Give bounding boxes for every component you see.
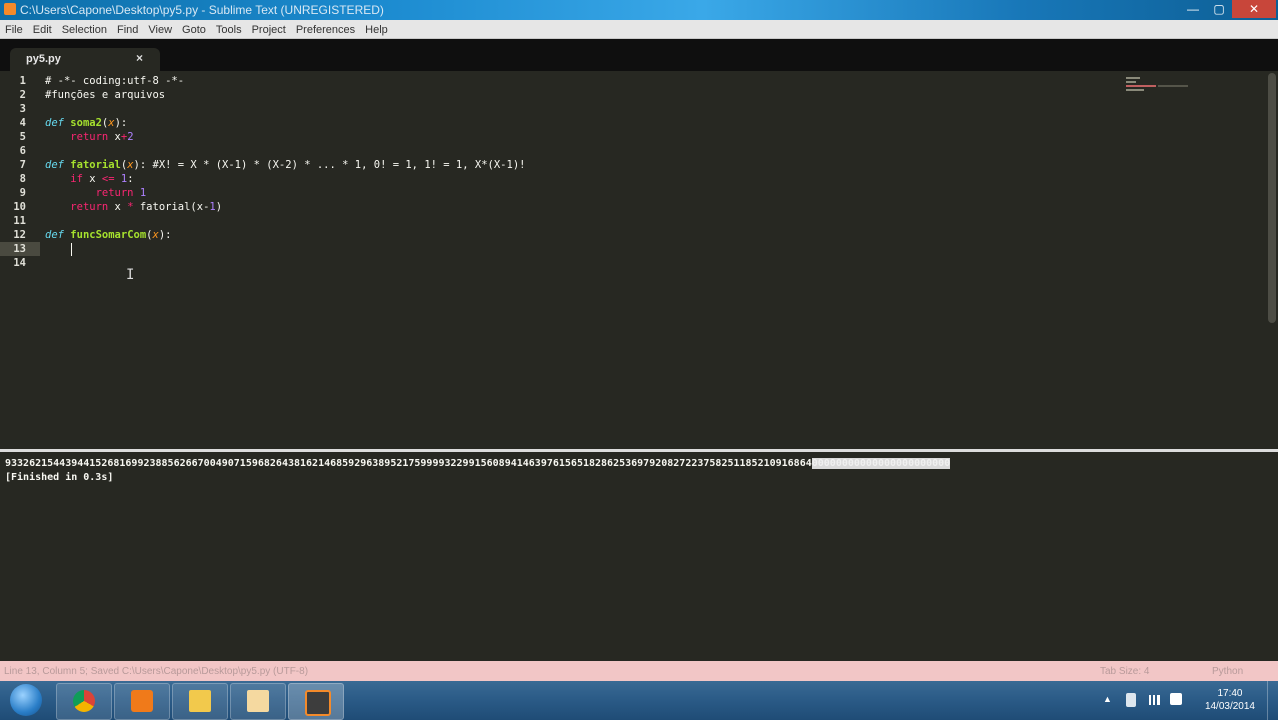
network-icon[interactable]: [1146, 695, 1160, 705]
menu-preferences[interactable]: Preferences: [291, 21, 360, 39]
menu-goto[interactable]: Goto: [177, 21, 211, 39]
tab-close-icon[interactable]: ×: [136, 51, 143, 65]
taskbar-app-media[interactable]: [114, 683, 170, 720]
status-syntax[interactable]: Python: [1212, 666, 1243, 677]
minimap[interactable]: [1122, 75, 1192, 99]
code-editor[interactable]: 1 2 3 4 5 6 7 8 9 10 11 12 13 14 # -*- c…: [0, 71, 1278, 449]
taskbar-app-paint[interactable]: [230, 683, 286, 720]
tray-device-icon[interactable]: [1126, 693, 1136, 707]
title-bar: C:\Users\Capone\Desktop\py5.py - Sublime…: [0, 0, 1278, 20]
media-player-icon: [131, 690, 153, 712]
menu-project[interactable]: Project: [247, 21, 291, 39]
output-finished-line: [Finished in 0.3s]: [5, 472, 114, 483]
system-clock[interactable]: 17:40 14/03/2014: [1205, 687, 1255, 713]
menu-selection[interactable]: Selection: [57, 21, 112, 39]
minimap-line: [1126, 85, 1156, 87]
tab-py5[interactable]: py5.py ×: [10, 48, 160, 71]
line-number: 2: [19, 89, 26, 101]
text-cursor: [71, 243, 72, 256]
line-number: 9: [19, 187, 26, 199]
line-number: 3: [19, 103, 26, 115]
tab-label: py5.py: [26, 53, 61, 65]
line-number: 14: [13, 257, 26, 269]
minimize-button[interactable]: —: [1180, 0, 1206, 18]
menu-tools[interactable]: Tools: [211, 21, 247, 39]
ibeam-cursor-icon: I: [126, 267, 135, 283]
windows-taskbar: ▲ 17:40 14/03/2014: [0, 681, 1278, 720]
line-number: 1: [19, 75, 26, 87]
taskbar-app-explorer[interactable]: [172, 683, 228, 720]
minimap-line: [1126, 81, 1136, 83]
tray-expand-icon[interactable]: ▲: [1103, 694, 1112, 704]
volume-icon[interactable]: [1170, 693, 1182, 705]
output-result-digits: 9332621544394415268169923885626670049071…: [5, 458, 812, 469]
editor-scrollbar[interactable]: [1268, 73, 1276, 323]
menu-file[interactable]: File: [0, 21, 28, 39]
sublime-text-icon: [305, 690, 331, 716]
line-number: 7: [19, 159, 26, 171]
minimap-line: [1158, 85, 1188, 87]
windows-logo-icon: [10, 684, 42, 716]
code-line: return x+2: [70, 131, 134, 143]
code-line: if x <= 1:: [70, 173, 134, 185]
window-title: C:\Users\Capone\Desktop\py5.py - Sublime…: [20, 3, 384, 17]
line-number: 8: [19, 173, 26, 185]
minimap-line: [1126, 89, 1144, 91]
tab-bar: py5.py ×: [0, 39, 1278, 71]
start-button[interactable]: [4, 681, 48, 720]
maximize-button[interactable]: ▢: [1206, 0, 1232, 18]
output-result-line: 9332621544394415268169923885626670049071…: [5, 458, 951, 469]
code-line: return 1: [95, 187, 147, 199]
code-line: #funções e arquivos: [45, 89, 166, 101]
status-position: Line 13, Column 5; Saved C:\Users\Capone…: [4, 666, 309, 677]
line-number: 6: [19, 145, 26, 157]
code-line: return x * fatorial(x-1): [70, 201, 223, 213]
build-output-panel[interactable]: 9332621544394415268169923885626670049071…: [0, 449, 1278, 664]
chrome-icon: [73, 690, 95, 712]
line-number-gutter: 1 2 3 4 5 6 7 8 9 10 11 12 13 14: [0, 71, 42, 449]
minimap-line: [1126, 77, 1140, 79]
code-line: def soma2(x):: [45, 117, 128, 129]
taskbar-app-sublime[interactable]: [288, 683, 344, 720]
menu-view[interactable]: View: [143, 21, 177, 39]
line-number: 4: [19, 117, 26, 129]
line-number: 10: [13, 201, 26, 213]
close-window-button[interactable]: ✕: [1232, 0, 1276, 18]
menu-find[interactable]: Find: [112, 21, 143, 39]
status-tab-size[interactable]: Tab Size: 4: [1100, 666, 1149, 677]
menu-edit[interactable]: Edit: [28, 21, 57, 39]
output-selected-text: 00000000000000000000000: [811, 458, 951, 469]
sublime-app-icon: [4, 3, 16, 15]
clock-time: 17:40: [1217, 688, 1243, 699]
clock-date: 14/03/2014: [1204, 701, 1255, 712]
line-number: 13: [13, 243, 26, 255]
menu-help[interactable]: Help: [360, 21, 393, 39]
code-line: def fatorial(x): #X! = X * (X-1) * (X-2)…: [45, 159, 526, 171]
explorer-folder-icon: [189, 690, 211, 712]
code-line: def funcSomarCom(x):: [45, 229, 172, 241]
status-bar: Line 13, Column 5; Saved C:\Users\Capone…: [0, 661, 1278, 681]
paint-icon: [247, 690, 269, 712]
line-number: 12: [13, 229, 26, 241]
show-desktop-button[interactable]: [1267, 681, 1278, 720]
line-number: 11: [13, 215, 26, 227]
menu-bar: File Edit Selection Find View Goto Tools Projec…: [0, 20, 1278, 39]
line-number: 5: [19, 131, 26, 143]
taskbar-app-chrome[interactable]: [56, 683, 112, 720]
code-line: # -*- coding:utf-8 -*-: [45, 75, 185, 87]
